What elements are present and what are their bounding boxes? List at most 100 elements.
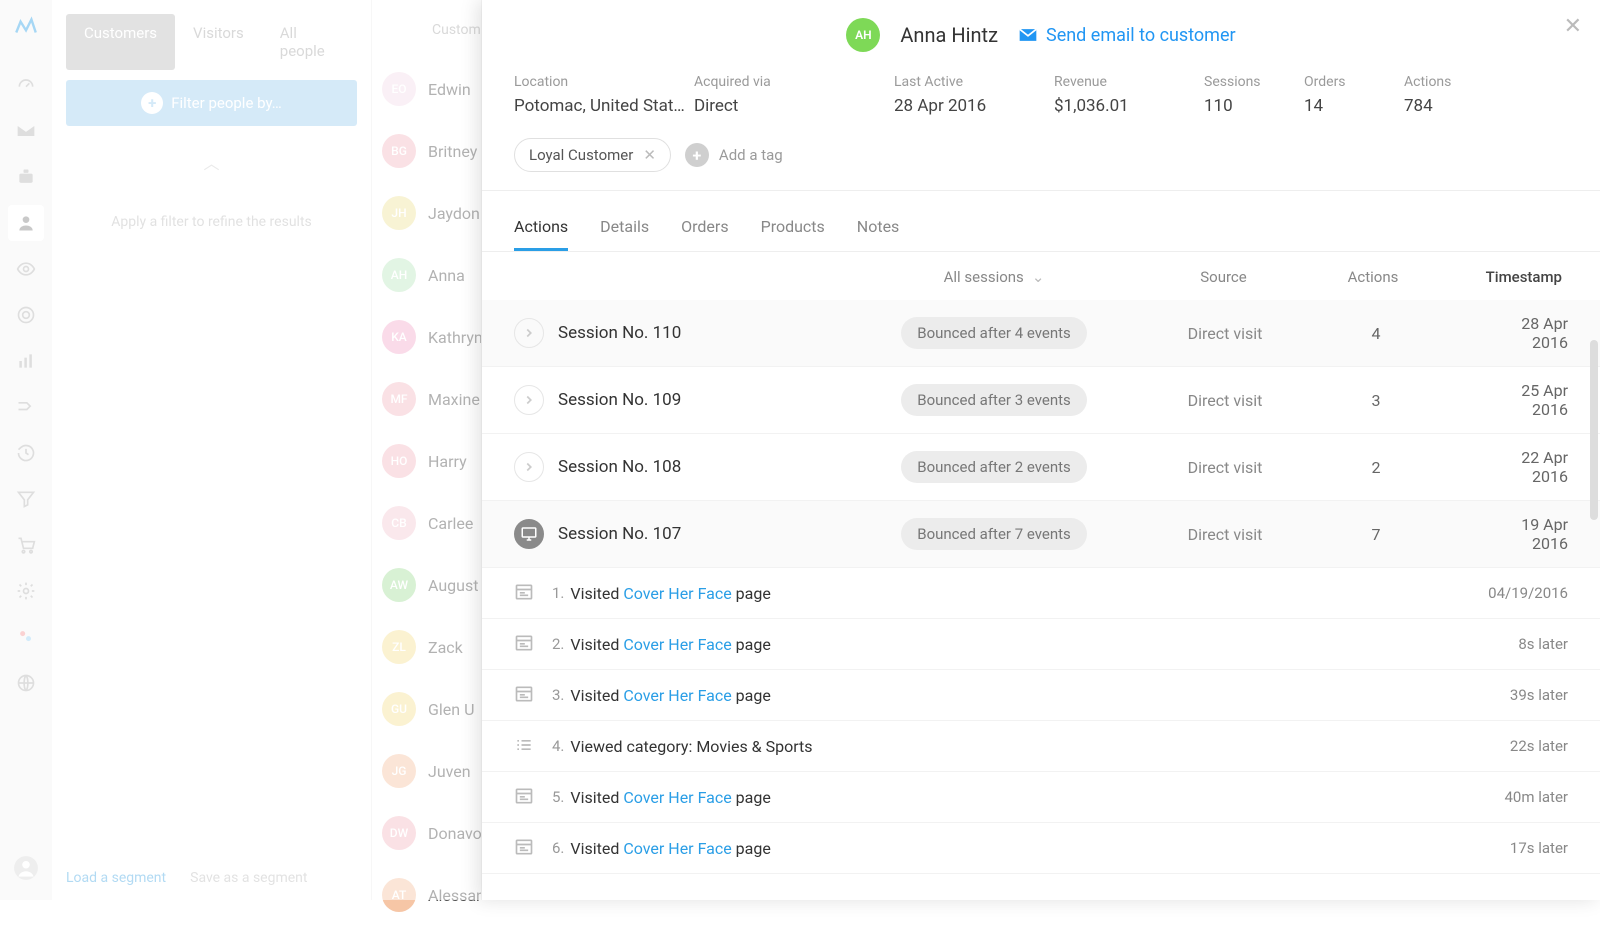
session-row[interactable]: Session No. 109Bounced after 3 eventsDir… xyxy=(482,367,1600,434)
stat-orders-label: Orders xyxy=(1304,74,1404,90)
session-row[interactable]: Session No. 110Bounced after 4 eventsDir… xyxy=(482,300,1600,367)
close-icon[interactable]: ✕ xyxy=(1564,14,1582,39)
target-icon[interactable] xyxy=(8,297,44,333)
inbox-icon[interactable] xyxy=(8,113,44,149)
globe-icon[interactable] xyxy=(8,665,44,701)
list-item[interactable]: KAKathryn xyxy=(372,306,481,368)
remove-tag-icon[interactable]: ✕ xyxy=(643,146,656,164)
history-icon[interactable] xyxy=(8,435,44,471)
list-item[interactable]: DWDonavon xyxy=(372,802,481,864)
tab-products[interactable]: Products xyxy=(761,205,825,251)
session-actions-count: 7 xyxy=(1266,525,1486,544)
bot-icon[interactable] xyxy=(8,159,44,195)
avatar: AT xyxy=(382,878,416,912)
session-timestamp: 28 Apr 2016 xyxy=(1486,314,1568,352)
session-source: Direct visit xyxy=(1184,525,1266,544)
list-item[interactable]: ZLZack xyxy=(372,616,481,678)
session-timestamp: 19 Apr 2016 xyxy=(1486,515,1568,553)
person-name: Juven xyxy=(428,762,471,781)
list-item[interactable]: AWAugust xyxy=(372,554,481,616)
chevron-right-icon[interactable] xyxy=(514,385,544,415)
event-text: Visited Cover Her Face page xyxy=(570,635,770,654)
save-segment-link[interactable]: Save as a segment xyxy=(190,870,307,886)
event-row: 5.Visited Cover Her Face page40m later xyxy=(482,772,1600,823)
stat-lastactive-value: 28 Apr 2016 xyxy=(894,96,1054,116)
avatar: CB xyxy=(382,506,416,540)
event-index: 5. xyxy=(552,788,564,806)
eye-icon[interactable] xyxy=(8,251,44,287)
list-item[interactable]: MFMaxine xyxy=(372,368,481,430)
sparkle-icon[interactable] xyxy=(8,619,44,655)
tab-orders[interactable]: Orders xyxy=(681,205,728,251)
session-row[interactable]: Session No. 107Bounced after 7 eventsDir… xyxy=(482,501,1600,568)
refine-hint: Apply a filter to refine the results xyxy=(66,214,357,230)
monitor-icon[interactable] xyxy=(514,519,544,549)
event-link[interactable]: Cover Her Face xyxy=(623,686,731,705)
person-name: Zack xyxy=(428,638,463,657)
tab-details[interactable]: Details xyxy=(600,205,649,251)
tab-actions[interactable]: Actions xyxy=(514,205,568,251)
sessions-filter-dropdown[interactable]: All sessions ⌄ xyxy=(804,268,1184,286)
plus-icon: + xyxy=(685,143,709,167)
gear-icon[interactable] xyxy=(8,573,44,609)
event-timestamp: 17s later xyxy=(1510,839,1568,857)
session-source: Direct visit xyxy=(1184,391,1266,410)
tab-visitors[interactable]: Visitors xyxy=(175,14,262,70)
funnel-icon[interactable] xyxy=(8,481,44,517)
tag-chip[interactable]: Loyal Customer ✕ xyxy=(514,138,671,172)
tab-customers[interactable]: Customers xyxy=(66,14,175,70)
page-icon xyxy=(514,837,536,859)
stat-revenue-value: $1,036.01 xyxy=(1054,96,1204,116)
list-item[interactable]: BGBritney xyxy=(372,120,481,182)
cart-icon[interactable] xyxy=(8,527,44,563)
dashboard-icon[interactable] xyxy=(8,67,44,103)
tab-notes[interactable]: Notes xyxy=(857,205,900,251)
session-name: Session No. 109 xyxy=(558,390,804,410)
col-source-label: Source xyxy=(1184,268,1263,286)
bars-icon[interactable] xyxy=(8,343,44,379)
list-item[interactable]: HOHarry xyxy=(372,430,481,492)
tags-row: Loyal Customer ✕ + Add a tag xyxy=(482,134,1600,191)
session-actions-count: 4 xyxy=(1266,324,1486,343)
flow-icon[interactable] xyxy=(8,389,44,425)
scrollbar[interactable] xyxy=(1590,340,1598,520)
list-item[interactable]: ATAlessandro xyxy=(372,864,481,926)
customer-avatar: AH xyxy=(846,18,880,52)
session-source: Direct visit xyxy=(1184,324,1266,343)
event-index: 6. xyxy=(552,839,564,857)
stat-acquired-value: Direct xyxy=(694,96,894,116)
people-sidebar: Customers Visitors All people + Filter p… xyxy=(52,0,372,900)
list-item[interactable]: CBCarlee xyxy=(372,492,481,554)
filter-people-button[interactable]: + Filter people by… xyxy=(66,80,357,126)
list-item[interactable]: AHAnna xyxy=(372,244,481,306)
session-bounce: Bounced after 2 events xyxy=(804,451,1184,483)
session-bounce: Bounced after 3 events xyxy=(804,384,1184,416)
session-row[interactable]: Session No. 108Bounced after 2 eventsDir… xyxy=(482,434,1600,501)
stat-sessions-value: 110 xyxy=(1204,96,1304,116)
add-tag-button[interactable]: + Add a tag xyxy=(685,143,783,167)
chevron-right-icon[interactable] xyxy=(514,452,544,482)
avatar: AH xyxy=(382,258,416,292)
event-link[interactable]: Cover Her Face xyxy=(623,788,731,807)
list-item[interactable]: JGJuven xyxy=(372,740,481,802)
event-link[interactable]: Cover Her Face xyxy=(623,839,731,858)
avatar: KA xyxy=(382,320,416,354)
sessions-list: Session No. 110Bounced after 4 eventsDir… xyxy=(482,300,1600,900)
event-link[interactable]: Cover Her Face xyxy=(623,584,731,603)
list-item[interactable]: JHJaydon xyxy=(372,182,481,244)
stat-actions-value: 784 xyxy=(1404,96,1504,116)
page-icon xyxy=(514,684,536,706)
event-timestamp: 40m later xyxy=(1505,788,1569,806)
send-email-link[interactable]: Send email to customer xyxy=(1018,25,1236,46)
people-icon[interactable] xyxy=(8,205,44,241)
load-segment-link[interactable]: Load a segment xyxy=(66,870,166,886)
event-link[interactable]: Cover Her Face xyxy=(623,635,731,654)
tab-all-people[interactable]: All people xyxy=(262,14,357,70)
list-item[interactable]: EOEdwin xyxy=(372,58,481,120)
profile-icon[interactable] xyxy=(8,850,44,886)
list-item[interactable]: GUGlen U xyxy=(372,678,481,740)
session-actions-count: 3 xyxy=(1266,391,1486,410)
event-row: 1.Visited Cover Her Face page04/19/2016 xyxy=(482,568,1600,619)
person-name: Maxine xyxy=(428,390,480,409)
chevron-right-icon[interactable] xyxy=(514,318,544,348)
